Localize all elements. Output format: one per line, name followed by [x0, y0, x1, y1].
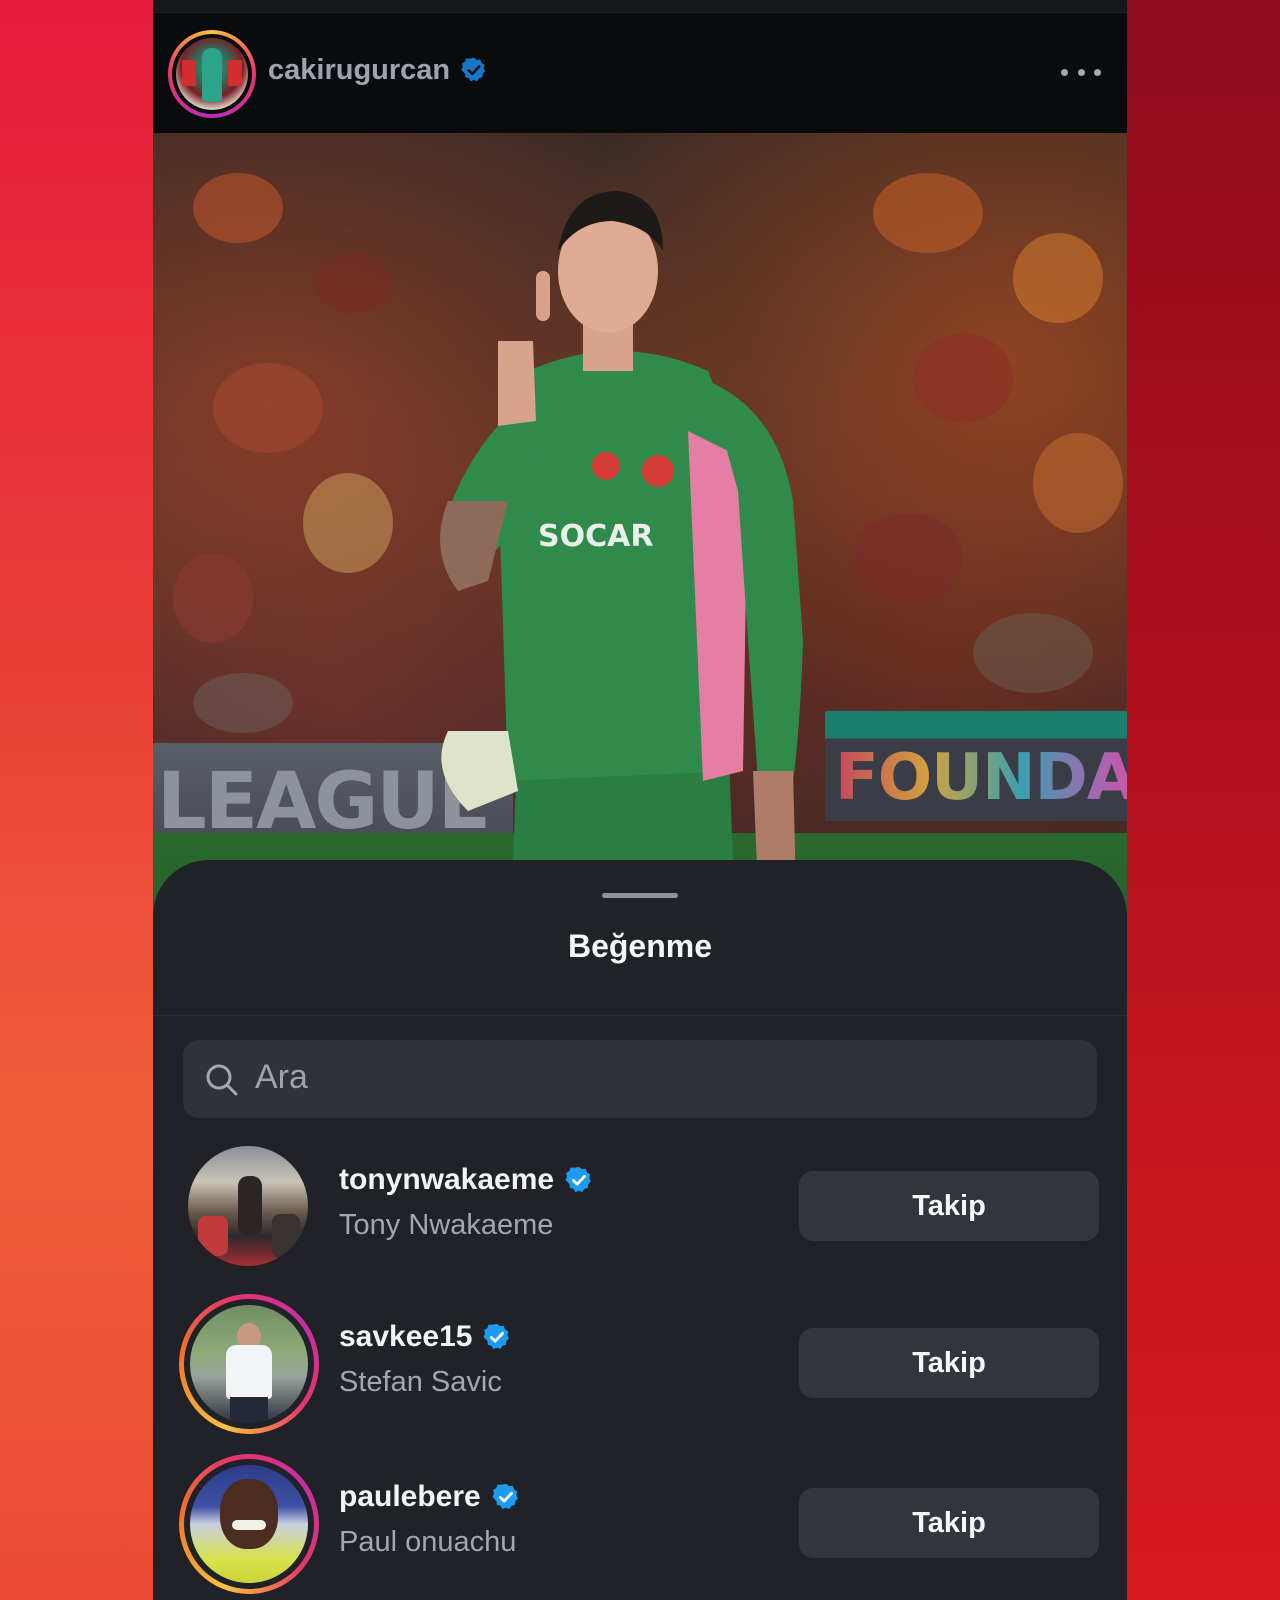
username[interactable]: savkee15 — [339, 1320, 512, 1354]
divider — [153, 1015, 1127, 1016]
top-strip — [153, 0, 1127, 13]
follow-button[interactable]: Takip — [799, 1171, 1099, 1241]
sheet-grabber[interactable] — [602, 893, 678, 898]
avatar[interactable] — [179, 1454, 319, 1594]
avatar[interactable] — [185, 1143, 311, 1269]
search-placeholder: Ara — [255, 1058, 308, 1096]
username[interactable]: paulebere — [339, 1480, 521, 1514]
list-item[interactable]: savkee15 Stefan Savic Takip — [153, 1294, 1127, 1444]
verified-badge-icon — [483, 1323, 510, 1349]
likes-sheet: Beğenme Ara tonynwakaeme Tony Nwakaeme T… — [153, 860, 1127, 1600]
full-name: Stefan Savic — [339, 1366, 502, 1398]
background-right — [1127, 0, 1280, 1600]
verified-badge-icon — [461, 57, 486, 82]
more-horizontal-icon[interactable] — [1061, 65, 1101, 79]
post-username[interactable]: cakirugurcan — [268, 54, 450, 87]
search-icon — [206, 1064, 238, 1096]
list-item[interactable]: paulebere Paul onuachu Takip — [153, 1454, 1127, 1600]
full-name: Paul onuachu — [339, 1526, 517, 1558]
search-input[interactable]: Ara — [183, 1040, 1097, 1118]
sheet-title: Beğenme — [567, 928, 713, 964]
instagram-screen: cakirugurcan LEAGUE FOUNDATION — [153, 0, 1127, 1600]
post-header: cakirugurcan — [153, 13, 1127, 133]
post-author-avatar[interactable] — [168, 30, 256, 118]
verified-badge-icon — [492, 1483, 518, 1509]
avatar-image — [176, 38, 248, 110]
avatar[interactable] — [179, 1294, 319, 1434]
full-name: Tony Nwakaeme — [339, 1209, 554, 1241]
follow-button[interactable]: Takip — [799, 1328, 1099, 1398]
follow-button[interactable]: Takip — [799, 1488, 1099, 1558]
username[interactable]: tonynwakaeme — [339, 1163, 594, 1197]
background-left — [0, 0, 153, 1600]
ad-board-right: FOUNDATION — [825, 711, 1127, 821]
post-author[interactable]: cakirugurcan — [268, 50, 488, 90]
verified-badge-icon — [565, 1166, 591, 1192]
svg-text:SOCAR: SOCAR — [538, 519, 653, 554]
list-item[interactable]: tonynwakaeme Tony Nwakaeme Takip — [153, 1143, 1127, 1293]
